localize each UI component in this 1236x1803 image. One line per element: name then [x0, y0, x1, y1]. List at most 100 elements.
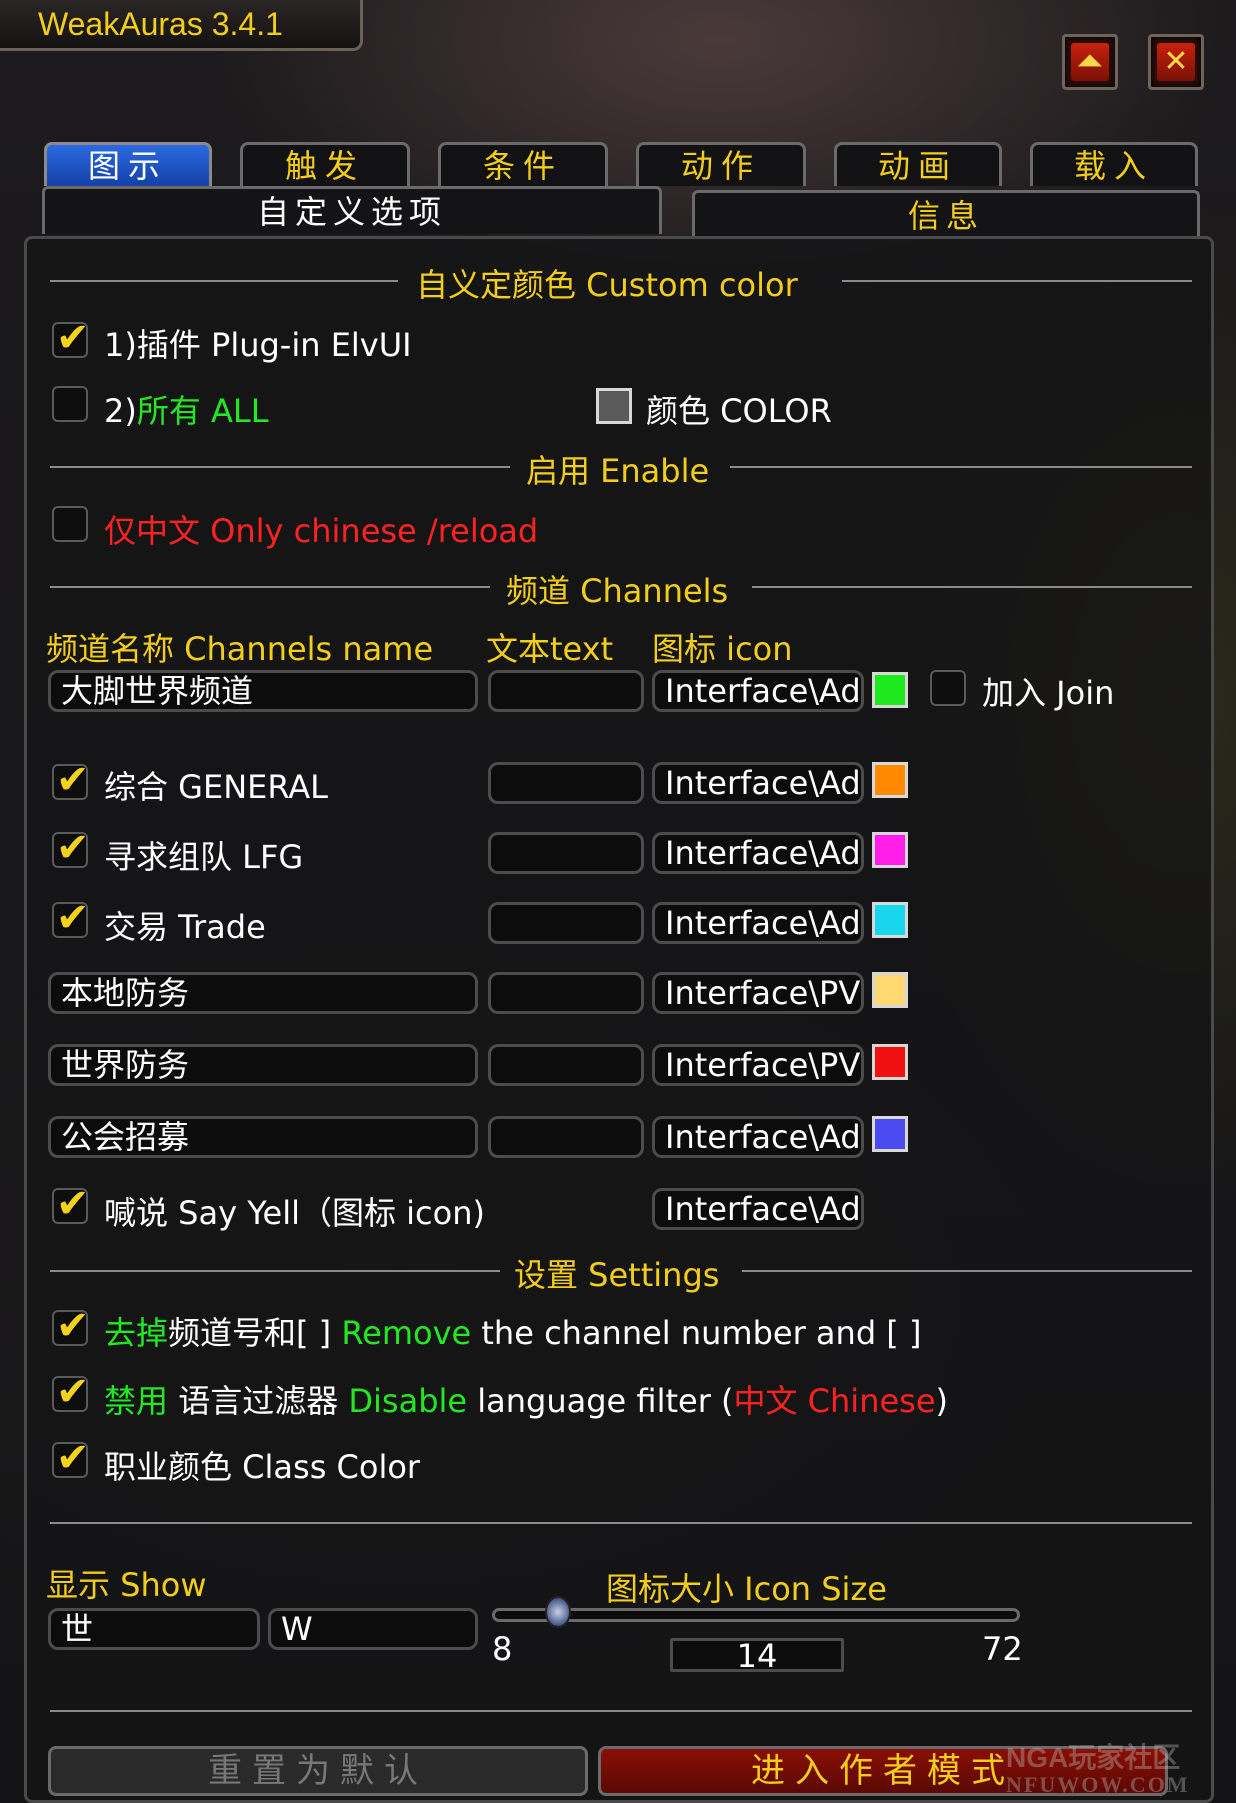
divider — [842, 280, 1192, 282]
channel-color-swatch[interactable] — [872, 972, 908, 1008]
channel-color-swatch[interactable] — [872, 832, 908, 868]
channel-color-swatch[interactable] — [872, 1116, 908, 1152]
lfg-label: 寻求组队 LFG — [104, 838, 304, 876]
settings-header: 设置 Settings — [514, 1256, 720, 1294]
window-title: WeakAuras 3.4.1 — [38, 6, 283, 42]
watermark-bottom: NFUWOW.COM — [1006, 1772, 1190, 1797]
check-icon: ✔ — [56, 895, 90, 941]
trade-checkbox[interactable]: ✔ — [52, 896, 90, 940]
divider — [50, 280, 398, 282]
watermark-top: NGA玩家社区 — [1006, 1742, 1181, 1773]
channel-name-input[interactable]: 本地防务 — [48, 972, 478, 1014]
channel-name-input[interactable]: 公会招募 — [48, 1116, 478, 1158]
collapse-icon: ⏶ — [1071, 43, 1109, 81]
divider — [50, 1710, 1192, 1712]
channel-icon-input[interactable]: Interface\PV — [652, 972, 864, 1014]
divider — [730, 466, 1192, 468]
channel-name-input[interactable]: 世界防务 — [48, 1044, 478, 1086]
channel-color-swatch[interactable] — [872, 762, 908, 798]
join-label: 加入 Join — [982, 674, 1115, 712]
all-prefix: 2) — [104, 392, 137, 430]
channel-text-input[interactable] — [488, 832, 644, 874]
channel-name-input[interactable]: 大脚世界频道 — [48, 670, 478, 712]
channel-text-input[interactable] — [488, 972, 644, 1014]
tab-animation[interactable]: 动画 — [834, 142, 1002, 186]
icon-size-slider-thumb[interactable] — [544, 1596, 571, 1628]
all-label: 2)所有 ALL — [104, 386, 269, 432]
join-checkbox[interactable] — [930, 670, 966, 706]
class-color-label: 职业颜色 Class Color — [104, 1448, 421, 1486]
collapse-button[interactable]: ⏶ — [1062, 34, 1118, 90]
icon-size-max: 72 — [982, 1630, 1023, 1668]
tab-load[interactable]: 载入 — [1030, 142, 1198, 186]
remove-channel-checkbox[interactable]: ✔ — [52, 1304, 90, 1348]
channel-text-input[interactable] — [488, 670, 644, 712]
divider — [50, 586, 490, 588]
disable-filter-label-zh-green: 禁用 — [104, 1382, 169, 1420]
channel-icon-input[interactable]: Interface\Ad — [652, 1116, 864, 1158]
reset-default-button[interactable]: 重置为默认 — [48, 1746, 588, 1796]
subtab-information[interactable]: 信息 — [692, 190, 1200, 238]
check-icon: ✔ — [56, 1369, 90, 1415]
channel-icon-input[interactable]: Interface\PV — [652, 1044, 864, 1086]
enable-header: 启用 Enable — [526, 452, 710, 490]
only-chinese-label: 仅中文 Only chinese /reload — [104, 512, 539, 550]
icon-size-label: 图标大小 Icon Size — [606, 1570, 887, 1608]
say-yell-icon-input[interactable]: Interface\Ad — [652, 1188, 864, 1230]
disable-filter-label-zh: 语言过滤器 — [168, 1382, 349, 1420]
color-label: 颜色 COLOR — [646, 392, 832, 430]
tab-trigger[interactable]: 触发 — [240, 142, 410, 186]
general-checkbox[interactable]: ✔ — [52, 758, 90, 802]
tab-display[interactable]: 图示 — [44, 142, 212, 186]
show-input-1[interactable]: 世 — [48, 1608, 260, 1650]
lfg-checkbox[interactable]: ✔ — [52, 826, 90, 870]
icon-size-value-input[interactable]: 14 — [670, 1638, 844, 1672]
say-yell-checkbox[interactable]: ✔ — [52, 1182, 90, 1226]
general-label: 综合 GENERAL — [104, 768, 329, 806]
only-chinese-checkbox[interactable] — [52, 506, 88, 542]
channel-icon-input[interactable]: Interface\Ad — [652, 670, 864, 712]
channel-text-input[interactable] — [488, 1116, 644, 1158]
subtab-custom-options[interactable]: 自定义选项 — [42, 186, 662, 234]
channel-icon-input[interactable]: Interface\Ad — [652, 762, 864, 804]
check-icon: ✔ — [56, 1303, 90, 1349]
tab-actions[interactable]: 动作 — [636, 142, 806, 186]
check-icon: ✔ — [56, 315, 90, 361]
channel-color-swatch[interactable] — [872, 672, 908, 708]
channel-color-swatch[interactable] — [872, 1044, 908, 1080]
divider — [50, 1270, 500, 1272]
divider — [50, 466, 510, 468]
disable-filter-label-en: language filter ( — [467, 1382, 734, 1420]
disable-filter-label-en-green: Disable — [348, 1382, 468, 1420]
icon-size-slider[interactable] — [492, 1608, 1020, 1622]
remove-channel-label: 去掉频道号和[ ] Remove the channel number and … — [104, 1308, 921, 1354]
tab-conditions[interactable]: 条件 — [438, 142, 608, 186]
divider — [752, 586, 1192, 588]
channel-color-swatch[interactable] — [872, 902, 908, 938]
close-icon: ✕ — [1157, 43, 1195, 81]
channel-icon-input[interactable]: Interface\Ad — [652, 902, 864, 944]
icon-column-header: 图标 icon — [652, 630, 793, 668]
remove-channel-label-zh: 频道号和[ ] — [168, 1314, 342, 1352]
disable-filter-checkbox[interactable]: ✔ — [52, 1370, 90, 1414]
color-swatch[interactable] — [596, 388, 632, 424]
check-icon: ✔ — [56, 1181, 90, 1227]
text-column-header: 文本text — [486, 630, 614, 668]
channel-text-input[interactable] — [488, 762, 644, 804]
close-button[interactable]: ✕ — [1148, 34, 1204, 90]
disable-filter-label-end: ) — [935, 1382, 949, 1420]
show-input-2[interactable]: W — [268, 1608, 478, 1650]
plugin-elvui-label: 1)插件 Plug-in ElvUI — [104, 326, 412, 364]
remove-channel-label-en: the channel number and [ ] — [471, 1314, 922, 1352]
plugin-elvui-checkbox[interactable]: ✔ — [52, 316, 90, 360]
remove-channel-label-zh-green: 去掉 — [104, 1314, 169, 1352]
channel-icon-input[interactable]: Interface\Ad — [652, 832, 864, 874]
channel-text-input[interactable] — [488, 902, 644, 944]
all-checkbox[interactable] — [52, 386, 88, 422]
divider — [742, 1270, 1192, 1272]
class-color-checkbox[interactable]: ✔ — [52, 1436, 90, 1480]
remove-channel-label-en-green: Remove — [341, 1314, 472, 1352]
check-icon: ✔ — [56, 1435, 90, 1481]
channel-text-input[interactable] — [488, 1044, 644, 1086]
say-yell-label: 喊说 Say Yell（图标 icon) — [104, 1194, 485, 1232]
